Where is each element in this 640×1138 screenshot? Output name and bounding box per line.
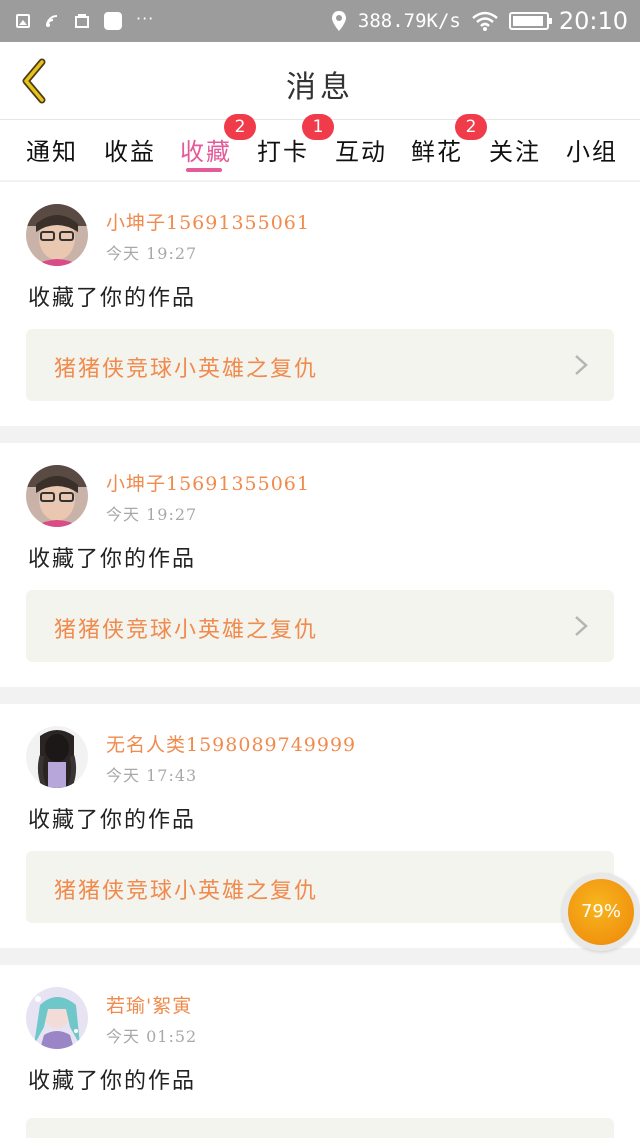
tab-follow[interactable]: 关注 [489,132,541,167]
work-title: 猪猪侠竞球小英雄之复仇 [54,618,319,643]
avatar[interactable] [26,204,88,266]
user-name[interactable]: 小坤子15691355061 [106,208,310,235]
work-link[interactable] [26,1118,614,1138]
checkin-count-badge: 1 [302,114,334,140]
tab-interaction[interactable]: 互动 [335,132,387,167]
message-card[interactable]: 无名人类1598089749999 今天 17:43 收藏了你的作品 猪猪侠竞球… [0,704,640,948]
message-card[interactable]: 小坤子15691355061 今天 19:27 收藏了你的作品 猪猪侠竞球小英雄… [0,182,640,426]
status-bar-right: 388.79K/s 20:10 [330,0,628,42]
message-text: 收藏了你的作品 [28,547,197,572]
notification-icon [75,14,89,28]
message-card[interactable]: 若瑜'絮寅 今天 01:52 收藏了你的作品 [0,965,640,1138]
avatar[interactable] [26,726,88,788]
message-time: 今天 19:27 [106,244,198,263]
tab-groups[interactable]: 小组 [566,132,618,167]
status-bar-left: ··· [16,0,154,42]
work-title: 猪猪侠竞球小英雄之复仇 [54,357,319,382]
signal-icon [46,15,58,27]
user-name[interactable]: 若瑜'絮寅 [106,991,192,1018]
chevron-right-icon [575,616,588,636]
work-link[interactable]: 猪猪侠竞球小英雄之复仇 [26,329,614,401]
memory-usage-label: 79% [568,879,634,945]
message-text: 收藏了你的作品 [28,1069,197,1094]
more-notifications: ··· [136,8,155,28]
message-text: 收藏了你的作品 [28,286,197,311]
chevron-right-icon [575,355,588,375]
floating-boost-button[interactable]: 79% [562,873,640,951]
header: 消息 [0,42,640,120]
status-bar: ··· 388.79K/s 20:10 [0,0,640,42]
message-time: 今天 01:52 [106,1027,198,1046]
tab-favorites[interactable]: 收藏 [180,132,232,167]
avatar[interactable] [26,465,88,527]
clock: 20:10 [558,7,628,35]
active-tab-indicator [186,168,222,172]
wifi-icon [472,11,498,31]
message-card[interactable]: 小坤子15691355061 今天 19:27 收藏了你的作品 猪猪侠竞球小英雄… [0,443,640,687]
tab-earnings[interactable]: 收益 [104,132,156,167]
page-title: 消息 [286,70,354,105]
work-link[interactable]: 猪猪侠竞球小英雄之复仇 [26,851,614,923]
app-icon [104,12,122,30]
user-name[interactable]: 无名人类1598089749999 [106,730,356,757]
message-time: 今天 17:43 [106,766,198,785]
location-icon [331,11,346,31]
message-text: 收藏了你的作品 [28,808,197,833]
work-title: 猪猪侠竞球小英雄之复仇 [54,879,319,904]
tab-notifications[interactable]: 通知 [26,132,78,167]
image-icon [16,14,30,28]
network-speed: 388.79K/s [357,10,461,32]
user-name[interactable]: 小坤子15691355061 [106,469,310,496]
flowers-count-badge: 2 [455,114,487,140]
work-link[interactable]: 猪猪侠竞球小英雄之复仇 [26,590,614,662]
favorites-count-badge: 2 [224,114,256,140]
battery-icon [508,12,552,30]
message-time: 今天 19:27 [106,505,198,524]
avatar[interactable] [26,987,88,1049]
tab-checkin[interactable]: 打卡 [257,132,309,167]
tab-flowers[interactable]: 鲜花 [411,132,463,167]
